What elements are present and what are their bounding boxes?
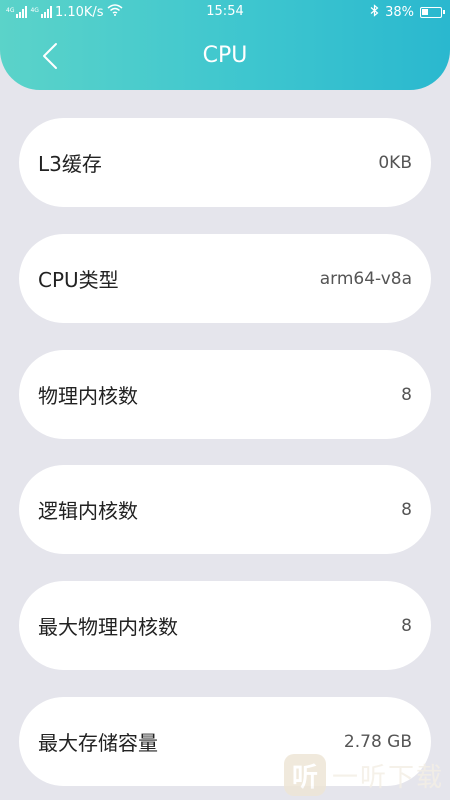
- page-title: CPU: [202, 43, 248, 68]
- row-label: 物理内核数: [38, 384, 138, 408]
- info-row-cpu-type[interactable]: CPU类型 arm64-v8a: [19, 234, 431, 323]
- info-row-logical-cores[interactable]: 逻辑内核数 8: [19, 465, 431, 554]
- battery-percent: 38%: [385, 5, 414, 20]
- row-value: arm64-v8a: [319, 268, 412, 289]
- row-label: 最大存储容量: [38, 731, 158, 755]
- watermark-text: 一听下载: [331, 762, 444, 793]
- row-value: 0KB: [378, 152, 412, 173]
- battery-icon: [420, 7, 445, 18]
- status-right: 38%: [370, 4, 445, 21]
- info-row-physical-cores[interactable]: 物理内核数 8: [19, 350, 431, 439]
- bluetooth-icon: [370, 4, 379, 21]
- info-row-max-physical-cores[interactable]: 最大物理内核数 8: [19, 581, 431, 670]
- row-value: 8: [401, 384, 412, 405]
- row-label: 最大物理内核数: [38, 615, 178, 639]
- row-label: L3缓存: [38, 152, 102, 176]
- row-value: 8: [401, 499, 412, 520]
- watermark-logo-icon: 听: [283, 754, 326, 796]
- watermark: 听 一听下载: [283, 754, 444, 796]
- row-label: 逻辑内核数: [38, 499, 138, 523]
- row-value: 2.78 GB: [343, 731, 412, 752]
- row-value: 8: [401, 615, 412, 636]
- battery-fill: [422, 9, 429, 15]
- app-header: 4G 4G 1.10K/s 15:54 38% CPU: [0, 0, 450, 90]
- row-label: CPU类型: [38, 268, 119, 292]
- info-row-l3-cache[interactable]: L3缓存 0KB: [19, 118, 431, 207]
- status-bar: 4G 4G 1.10K/s 15:54 38%: [0, 0, 450, 24]
